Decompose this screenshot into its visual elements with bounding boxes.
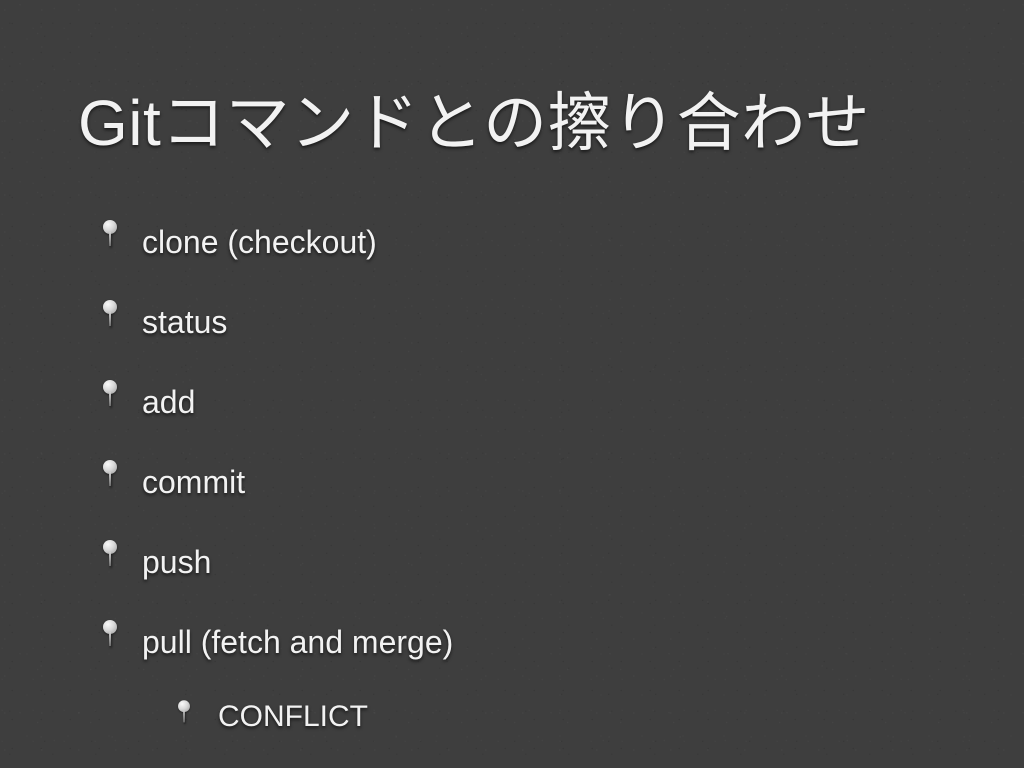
list-item: status [100, 306, 946, 338]
list-item-label: push [142, 544, 211, 580]
sub-bullet-list: CONFLICT [142, 702, 946, 732]
list-item-label: commit [142, 464, 245, 500]
pushpin-icon [100, 620, 120, 650]
pushpin-icon [100, 300, 120, 330]
pushpin-icon [100, 540, 120, 570]
pushpin-icon [100, 380, 120, 410]
slide-title: Gitコマンドとの擦り合わせ [78, 72, 946, 164]
list-item-label: clone (checkout) [142, 224, 377, 260]
list-item: pull (fetch and merge) CONFLICT [100, 626, 946, 732]
slide: Gitコマンドとの擦り合わせ clone (checkout) status a… [0, 0, 1024, 768]
list-item: add [100, 386, 946, 418]
list-item: clone (checkout) [100, 226, 946, 258]
list-item-label: status [142, 304, 227, 340]
list-item: commit [100, 466, 946, 498]
pushpin-icon [100, 220, 120, 250]
list-item-label: pull (fetch and merge) [142, 624, 453, 660]
bullet-list: clone (checkout) status add commit push … [78, 226, 946, 732]
pushpin-icon [100, 460, 120, 490]
list-item: CONFLICT [174, 702, 946, 732]
list-item-label: CONFLICT [218, 700, 368, 733]
list-item: push [100, 546, 946, 578]
list-item-label: add [142, 384, 195, 420]
pushpin-icon [176, 700, 193, 726]
